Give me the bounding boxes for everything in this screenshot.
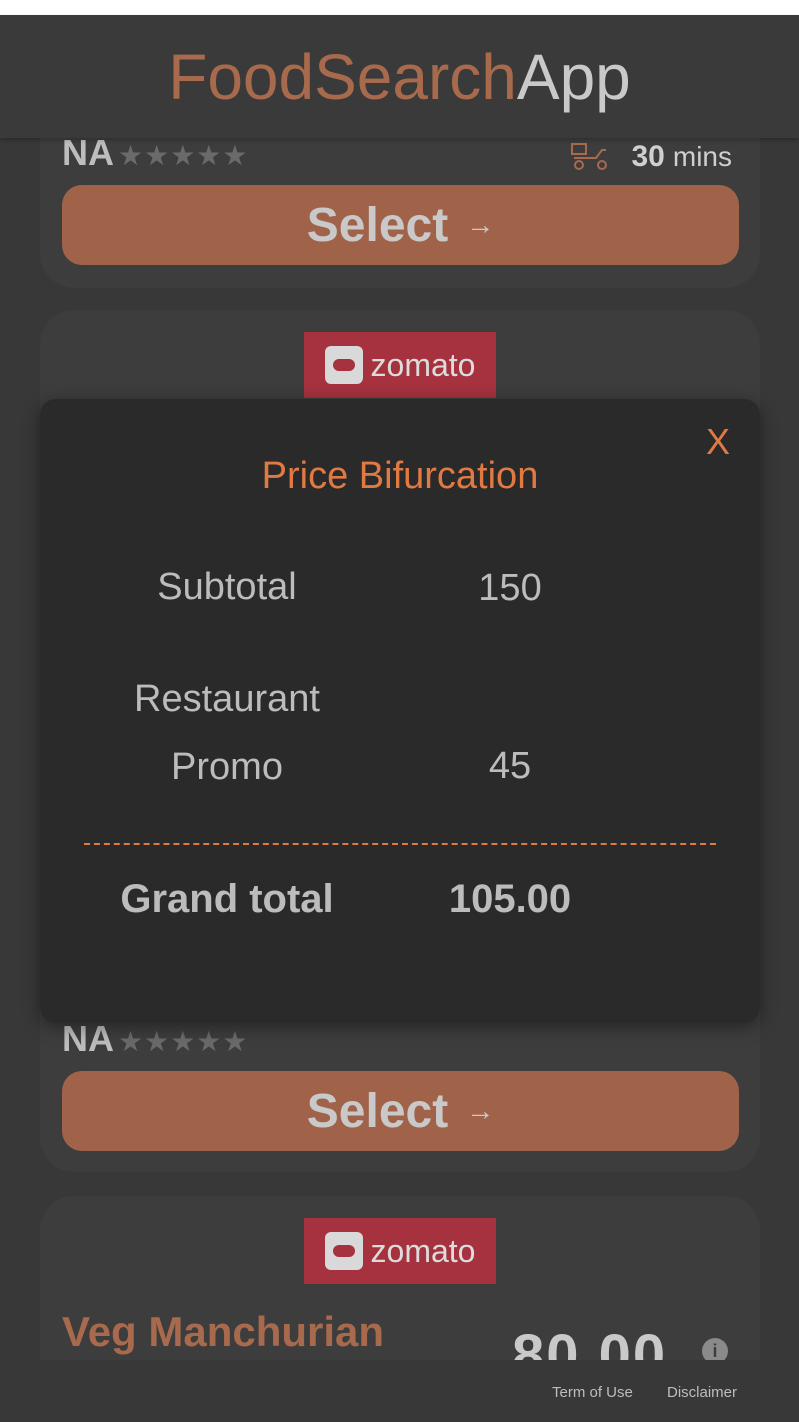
delivery-time: 30 mins: [570, 140, 732, 174]
subtotal-value: 150: [478, 567, 542, 609]
delivery-scooter-icon: [570, 143, 607, 170]
rating-row: NA ★★★★★: [62, 132, 249, 174]
zomato-logo-text: zomato: [370, 1232, 476, 1269]
zomato-logo: zomato: [304, 1218, 496, 1284]
terms-of-use-link[interactable]: Term of Use: [552, 1384, 633, 1401]
select-button-label: Select: [306, 1084, 449, 1138]
brand-part-food-search: FoodSearch: [168, 40, 517, 113]
arrow-right-icon: →: [466, 1095, 495, 1126]
modal-title: Price Bifurcation: [261, 455, 539, 497]
restaurant-promo-label-line1: Restaurant: [134, 678, 320, 720]
divider: [84, 843, 716, 845]
rating-value: NA: [62, 132, 114, 173]
star-rating-icon: ★★★★★: [118, 1026, 249, 1057]
brand-part-app: App: [516, 40, 631, 113]
zomato-logo-text: zomato: [370, 346, 476, 383]
zomato-mark-icon: [324, 1232, 363, 1270]
star-rating-icon: ★★★★★: [118, 140, 249, 171]
restaurant-promo-label-line2: Promo: [171, 746, 283, 788]
grand-total-label: Grand total: [120, 877, 334, 921]
price-bifurcation-modal: X Price Bifurcation Subtotal 150 Restaur…: [40, 399, 760, 1023]
grand-total-value: 105.00: [448, 877, 572, 921]
footer: Term of Use Disclaimer: [0, 1360, 799, 1422]
delivery-time-unit: mins: [672, 141, 732, 172]
select-button[interactable]: Select →: [62, 1071, 739, 1151]
subtotal-label: Subtotal: [157, 566, 297, 608]
app-header: FoodSearchApp: [0, 15, 799, 138]
dish-name: Veg Manchurian: [62, 1308, 385, 1355]
restaurant-promo-value: 45: [488, 745, 532, 787]
status-strip: [0, 0, 799, 15]
select-button[interactable]: Select →: [62, 185, 739, 265]
rating-value: NA: [62, 1018, 114, 1059]
select-button-label: Select: [306, 198, 449, 252]
rating-row: NA ★★★★★: [62, 1018, 249, 1060]
disclaimer-link[interactable]: Disclaimer: [667, 1384, 737, 1401]
zomato-mark-icon: [324, 346, 363, 384]
app-logo-title: FoodSearchApp: [168, 45, 631, 109]
zomato-logo: zomato: [304, 332, 496, 398]
restaurant-promo-label: Restaurant Promo: [120, 665, 334, 801]
delivery-time-value: 30: [631, 140, 665, 173]
arrow-right-icon: →: [466, 209, 495, 240]
